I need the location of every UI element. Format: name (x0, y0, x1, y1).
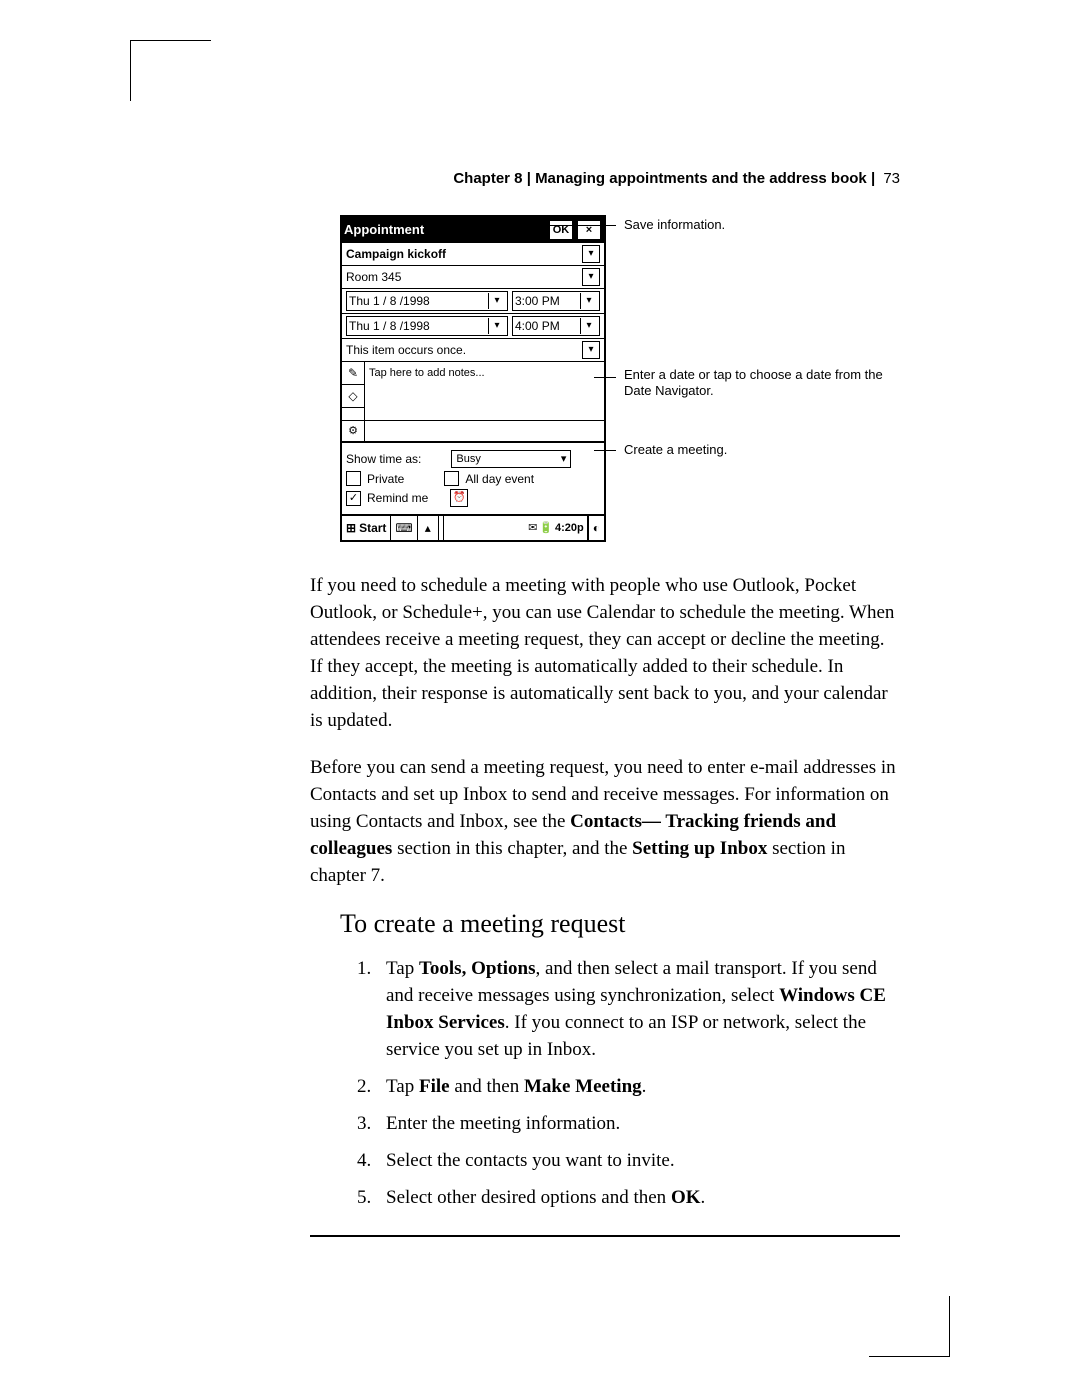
body-paragraph-1: If you need to schedule a meeting with p… (310, 572, 900, 734)
notes-tabs: ✎ ◇ Tap here to add notes... (342, 361, 604, 420)
callout-line-save (546, 225, 616, 226)
keyboard-icon: ⌨ (395, 521, 412, 535)
subheading: To create a meeting request (340, 909, 900, 939)
appointment-figure: Appointment OK × Campaign kickoff ▾ Room… (310, 215, 900, 542)
start-date-value[interactable]: Thu 1 / 8 /1998 (349, 294, 430, 308)
notes-textarea[interactable]: Tap here to add notes... (365, 362, 604, 420)
all-day-checkbox[interactable] (444, 471, 459, 486)
tray-icon-2: 🔋 (539, 521, 553, 535)
show-time-label: Show time as: (346, 452, 421, 466)
recurrence-field[interactable]: This item occurs once. ▾ (342, 338, 604, 361)
start-date-dropdown-icon[interactable]: ▾ (488, 293, 505, 309)
callout-date: Enter a date or tap to choose a date fro… (624, 367, 884, 399)
tray-icon-1: ✉ (528, 521, 537, 535)
sip-arrow[interactable]: ▴ (418, 516, 439, 540)
step-3: Enter the meeting information. (376, 1110, 900, 1137)
start-time-value[interactable]: 3:00 PM (515, 294, 560, 308)
end-time-value[interactable]: 4:00 PM (515, 319, 560, 333)
callout-save: Save information. (624, 217, 884, 233)
location-value: Room 345 (346, 270, 578, 284)
desktop-button[interactable]: ◐ (588, 516, 604, 540)
location-field[interactable]: Room 345 ▾ (342, 265, 604, 288)
windows-icon: ⊞ (346, 521, 356, 535)
chapter-title: Managing appointments and the address bo… (535, 170, 867, 187)
crop-mark-bottom-right (869, 1296, 950, 1357)
end-datetime: Thu 1 / 8 /1998 ▾ 4:00 PM ▾ (342, 313, 604, 338)
desktop-icon: ◐ (593, 521, 600, 535)
recurrence-dropdown-icon[interactable]: ▾ (582, 341, 600, 359)
start-label: Start (359, 521, 386, 535)
show-time-select[interactable]: Busy ▾ (451, 450, 571, 468)
window-title: Appointment (344, 223, 424, 237)
system-tray[interactable]: ✉ 🔋 4:20p (444, 516, 588, 540)
recurrence-value: This item occurs once. (346, 343, 578, 357)
end-date-dropdown-icon[interactable]: ▾ (488, 318, 505, 334)
subject-field[interactable]: Campaign kickoff ▾ (342, 243, 604, 265)
reminder-config-icon[interactable]: ⏰ (450, 489, 468, 507)
header-sep2: | (871, 170, 879, 187)
show-time-dropdown-icon: ▾ (561, 452, 567, 466)
close-button[interactable]: × (576, 219, 602, 241)
sip-button[interactable]: ⌨ (391, 516, 417, 540)
chapter-number: Chapter 8 (453, 170, 522, 187)
step-4: Select the contacts you want to invite. (376, 1147, 900, 1174)
figure-callouts: Save information. Enter a date or tap to… (606, 215, 900, 542)
step-5: Select other desired options and then OK… (376, 1184, 900, 1211)
all-day-label: All day event (465, 472, 534, 486)
subject-value: Campaign kickoff (346, 247, 578, 261)
step-2: Tap File and then Make Meeting. (376, 1073, 900, 1100)
start-datetime: Thu 1 / 8 /1998 ▾ 3:00 PM ▾ (342, 288, 604, 313)
ok-button[interactable]: OK (548, 219, 574, 241)
show-time-value: Busy (456, 452, 480, 466)
body-paragraph-2: Before you can send a meeting request, y… (310, 754, 900, 889)
meeting-row: ⚙ (342, 420, 604, 441)
remind-checkbox[interactable]: ✓ (346, 491, 361, 506)
callout-line-date (594, 377, 616, 378)
remind-label: Remind me (367, 491, 428, 505)
notes-tab-icon[interactable]: ✎ (342, 362, 364, 385)
clock-time: 4:20p (555, 521, 584, 535)
end-time-dropdown-icon[interactable]: ▾ (580, 318, 597, 334)
private-label: Private (367, 472, 404, 486)
crop-mark-top-left (130, 40, 211, 101)
title-bar: Appointment OK × (342, 217, 604, 243)
taskbar: ⊞ Start ⌨ ▴ ✉ 🔋 4:20p ◐ (342, 514, 604, 540)
page-number: 73 (883, 170, 900, 187)
running-header: Chapter 8 | Managing appointments and th… (310, 170, 900, 187)
end-date-value[interactable]: Thu 1 / 8 /1998 (349, 319, 430, 333)
footer-rule (310, 1235, 900, 1237)
steps-list: Tap Tools, Options, and then select a ma… (340, 955, 900, 1211)
private-checkbox[interactable] (346, 471, 361, 486)
start-time-dropdown-icon[interactable]: ▾ (580, 293, 597, 309)
categories-tab-icon[interactable]: ◇ (342, 385, 364, 408)
callout-meeting: Create a meeting. (624, 442, 884, 458)
options-panel: Show time as: Busy ▾ Private All day eve… (342, 441, 604, 514)
callout-tick-save (546, 225, 547, 235)
subject-dropdown-icon[interactable]: ▾ (582, 245, 600, 263)
location-dropdown-icon[interactable]: ▾ (582, 268, 600, 286)
step-1: Tap Tools, Options, and then select a ma… (376, 955, 900, 1063)
callout-line-meeting (594, 450, 616, 451)
start-button[interactable]: ⊞ Start (342, 516, 391, 540)
meeting-tab-icon[interactable]: ⚙ (342, 421, 365, 441)
appointment-window: Appointment OK × Campaign kickoff ▾ Room… (340, 215, 606, 542)
header-sep: | (527, 170, 535, 187)
